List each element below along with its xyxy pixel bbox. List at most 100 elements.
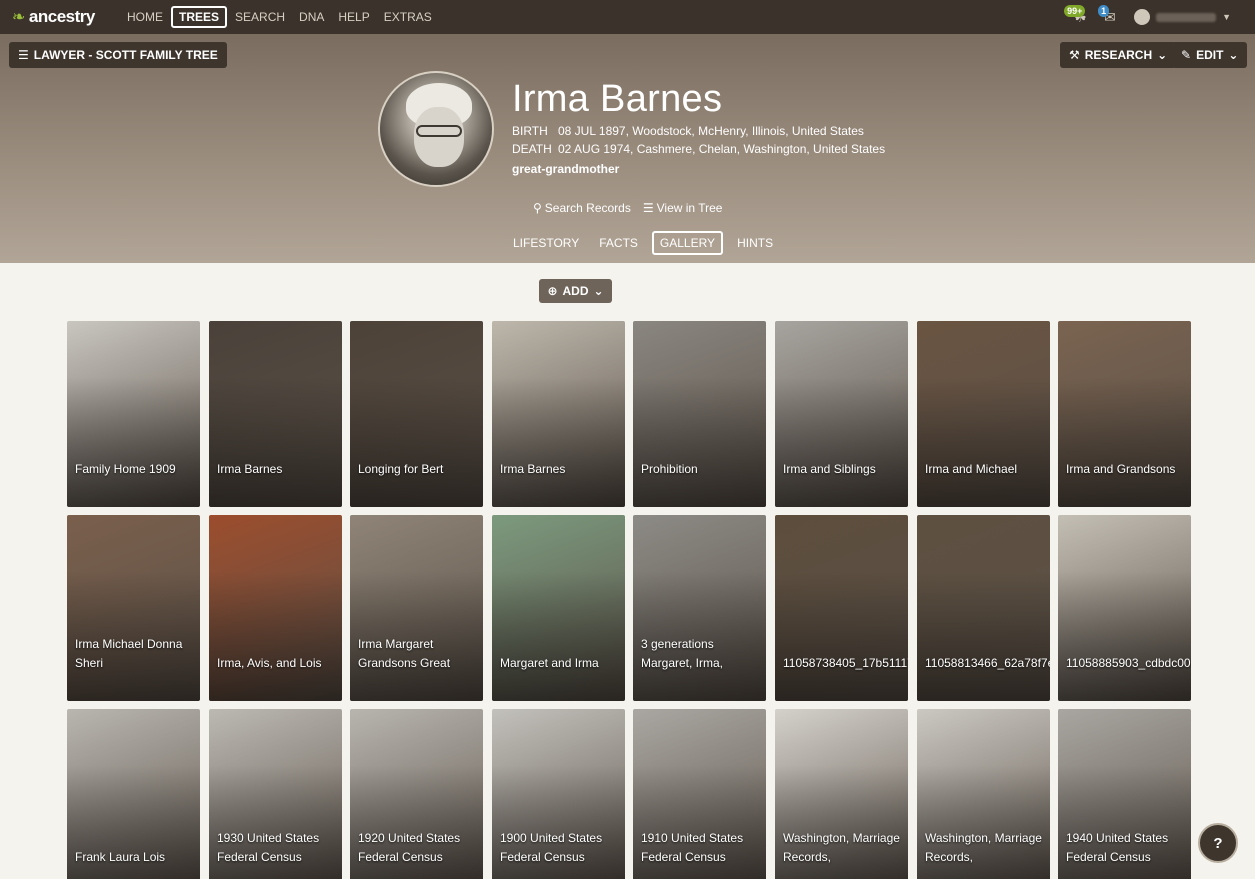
birth-fact: BIRTH 08 JUL 1897, Woodstock, McHenry, Il…	[512, 124, 864, 138]
gallery-item[interactable]: Frank Laura Lois	[67, 709, 200, 879]
caption-shade	[67, 376, 200, 507]
gallery-item-caption: Irma Barnes	[217, 462, 283, 476]
gallery-item[interactable]: 1910 United States Federal Census	[633, 709, 766, 879]
gallery-item[interactable]: 1940 United States Federal Census	[1058, 709, 1191, 879]
messages-button[interactable]: ✉ 1	[1098, 5, 1120, 25]
gallery-item-caption: Margaret and Irma	[500, 656, 599, 670]
gallery-item[interactable]: Washington, Marriage Records,	[775, 709, 908, 879]
gallery-item-caption: Longing for Bert	[358, 462, 444, 476]
caption-shade	[209, 570, 342, 701]
person-header: ☰ LAWYER - SCOTT FAMILY TREE ⚒ RESEARCH …	[0, 34, 1255, 263]
caption-shade	[492, 570, 625, 701]
media-gallery: Family Home 1909 Irma Barnes Longing for B…	[67, 321, 1191, 879]
portrait-face	[414, 107, 464, 167]
plus-circle-icon: ⊕	[547, 284, 558, 298]
add-label: ADD	[562, 284, 589, 298]
nav-dna[interactable]: DNA	[293, 6, 330, 28]
gallery-item-caption: Prohibition	[641, 462, 698, 476]
caption-shade	[917, 570, 1050, 701]
gallery-item[interactable]: 11058738405_17b5111757_o	[775, 515, 908, 701]
gallery-item[interactable]: Irma and Siblings	[775, 321, 908, 507]
hints-badge: 99+	[1064, 5, 1086, 17]
death-label: DEATH	[512, 142, 552, 156]
gallery-item[interactable]: Irma and Michael	[917, 321, 1050, 507]
gallery-item[interactable]: 1930 United States Federal Census	[209, 709, 342, 879]
caption-shade	[1058, 570, 1191, 701]
birth-label: BIRTH	[512, 124, 548, 138]
death-fact: DEATH 02 AUG 1974, Cashmere, Chelan, Wash…	[512, 142, 885, 156]
gallery-item[interactable]: 3 generations Margaret, Irma,	[633, 515, 766, 701]
gallery-item[interactable]: 11058885903_cdbdc00e34_o	[1058, 515, 1191, 701]
tree-name-button[interactable]: ☰ LAWYER - SCOTT FAMILY TREE	[9, 42, 227, 68]
user-menu[interactable]: ▼	[1134, 9, 1231, 25]
help-button[interactable]: ?	[1198, 823, 1238, 863]
gallery-item[interactable]: Irma Margaret Grandsons Great	[350, 515, 483, 701]
help-icon: ?	[1213, 834, 1223, 852]
gallery-item[interactable]: Irma Barnes	[492, 321, 625, 507]
edit-label: EDIT	[1196, 48, 1224, 62]
person-name: Irma Barnes	[512, 78, 723, 120]
search-records-link[interactable]: ⚲ Search Records	[533, 201, 631, 215]
gallery-item-caption: 11058885903_cdbdc00e34_o	[1066, 656, 1191, 670]
gallery-item[interactable]: Irma Barnes	[209, 321, 342, 507]
tree-icon: ☰	[642, 201, 654, 215]
username-blurred	[1156, 12, 1217, 22]
chevron-down-icon: ⌄	[1157, 48, 1168, 62]
gallery-item-caption: Irma and Grandsons	[1066, 462, 1176, 476]
add-media-button[interactable]: ⊕ ADD ⌄	[539, 279, 612, 303]
gallery-item[interactable]: Irma and Grandsons	[1058, 321, 1191, 507]
caption-shade	[775, 570, 908, 701]
gallery-item[interactable]: Margaret and Irma	[492, 515, 625, 701]
gallery-item-caption: Family Home 1909	[75, 462, 176, 476]
gallery-item[interactable]: Prohibition	[633, 321, 766, 507]
gallery-item-caption: Washington, Marriage Records,	[925, 831, 1042, 864]
caption-shade	[917, 376, 1050, 507]
caption-shade	[633, 376, 766, 507]
nav-trees[interactable]: TREES	[171, 6, 228, 28]
gallery-item[interactable]: 1900 United States Federal Census	[492, 709, 625, 879]
gallery-item[interactable]: 11058813466_62a78f7e5a_o	[917, 515, 1050, 701]
edit-button[interactable]: ✎ EDIT ⌄	[1172, 42, 1248, 68]
gallery-item[interactable]: Washington, Marriage Records,	[917, 709, 1050, 879]
tab-lifestory[interactable]: LIFESTORY	[507, 231, 585, 255]
gallery-item-caption: Irma Barnes	[500, 462, 566, 476]
profile-photo[interactable]	[378, 71, 494, 187]
caption-shade	[1058, 376, 1191, 507]
caption-shade	[209, 376, 342, 507]
death-value: 02 AUG 1974, Cashmere, Chelan, Washingto…	[558, 142, 886, 156]
gallery-item-caption: 3 generations Margaret, Irma,	[641, 637, 724, 670]
gallery-item[interactable]: Irma, Avis, and Lois	[209, 515, 342, 701]
search-icon: ⚲	[533, 201, 542, 215]
caption-shade	[492, 376, 625, 507]
tab-facts[interactable]: FACTS	[593, 231, 644, 255]
research-button[interactable]: ⚒ RESEARCH ⌄	[1060, 42, 1177, 68]
caption-shade	[350, 376, 483, 507]
tab-gallery[interactable]: GALLERY	[651, 231, 724, 255]
tools-icon: ⚒	[1069, 48, 1080, 62]
nav-search[interactable]: SEARCH	[229, 6, 291, 28]
caption-shade	[775, 376, 908, 507]
nav-help[interactable]: HELP	[332, 6, 375, 28]
view-in-tree-link[interactable]: ☰ View in Tree	[643, 201, 723, 215]
hints-button[interactable]: ☘ 99+	[1064, 5, 1090, 25]
gallery-item-caption: 11058813466_62a78f7e5a_o	[925, 656, 1050, 670]
gallery-item-caption: 1900 United States Federal Census	[500, 831, 603, 864]
gallery-item-caption: Irma and Siblings	[783, 462, 876, 476]
gallery-item[interactable]: 1920 United States Federal Census	[350, 709, 483, 879]
portrait-glasses	[416, 125, 462, 137]
chevron-down-icon: ▼	[1222, 12, 1231, 22]
nav-right: ☘ 99+ ✉ 1 ▼	[1064, 5, 1231, 28]
gallery-item-caption: Irma Margaret Grandsons Great	[358, 637, 451, 670]
tree-name-label: LAWYER - SCOTT FAMILY TREE	[33, 48, 218, 62]
gallery-item-caption: 11058738405_17b5111757_o	[783, 656, 908, 670]
chevron-down-icon: ⌄	[1228, 48, 1239, 62]
gallery-item[interactable]: Longing for Bert	[350, 321, 483, 507]
gallery-item-caption: Irma and Michael	[925, 462, 1018, 476]
tab-hints[interactable]: HINTS	[731, 231, 779, 255]
nav-extras[interactable]: EXTRAS	[378, 6, 438, 28]
ancestry-logo[interactable]: ❧ ancestry	[12, 7, 95, 27]
gallery-item[interactable]: Irma Michael Donna Sheri	[67, 515, 200, 701]
tree-icon: ☰	[18, 48, 29, 62]
gallery-item[interactable]: Family Home 1909	[67, 321, 200, 507]
nav-home[interactable]: HOME	[121, 6, 169, 28]
